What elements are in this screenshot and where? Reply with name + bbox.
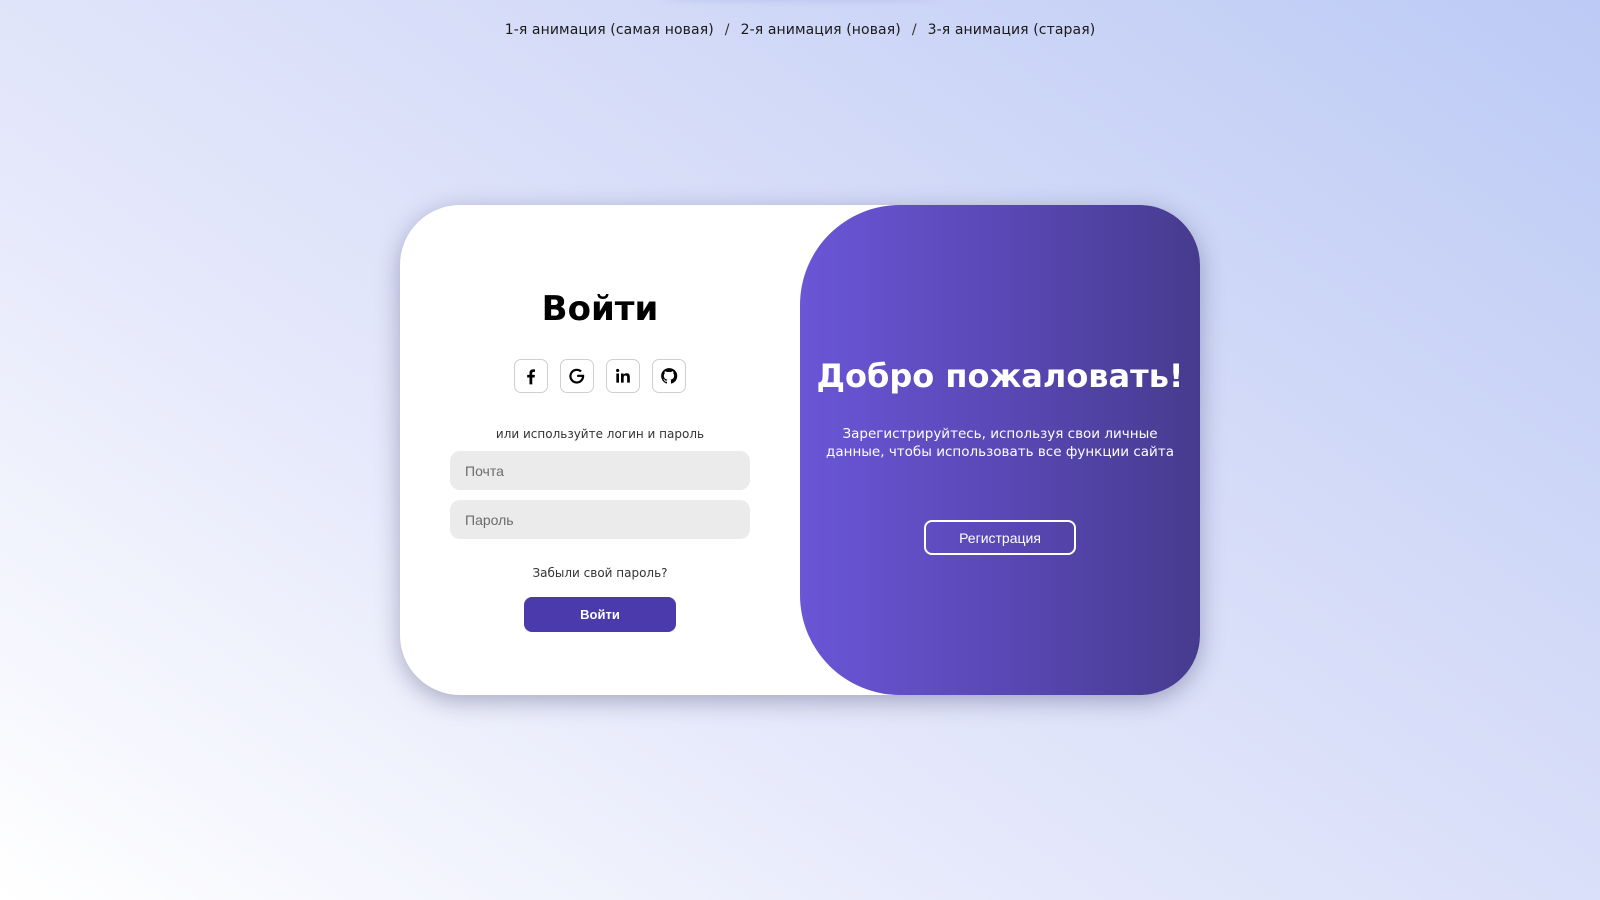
- password-field[interactable]: [450, 500, 750, 539]
- email-field[interactable]: [450, 451, 750, 490]
- signin-form: Войти или используйте логин и пароль Поч…: [400, 205, 800, 695]
- nav-link-animation-2[interactable]: 2-я анимация (новая): [741, 22, 901, 38]
- auth-card: Войти или используйте логин и пароль Поч…: [400, 205, 1200, 695]
- google-icon: [569, 368, 585, 384]
- nav-link-animation-3[interactable]: 3-я анимация (старая): [928, 22, 1096, 38]
- github-button[interactable]: [652, 359, 686, 393]
- nav-separator: /: [724, 22, 730, 38]
- github-icon: [661, 368, 678, 384]
- nav-link-animation-1[interactable]: 1-я анимация (самая новая): [505, 22, 714, 38]
- signin-title: Войти: [541, 289, 659, 329]
- login-button[interactable]: Войти: [524, 597, 676, 632]
- top-glow-decoration: [660, 0, 940, 2]
- social-login-list: [514, 359, 686, 393]
- linkedin-icon: [616, 368, 630, 383]
- forgot-password-link[interactable]: Забыли свой пароль?: [532, 566, 667, 580]
- animation-nav: 1-я анимация (самая новая) / 2-я анимаци…: [0, 22, 1600, 38]
- nav-separator: /: [911, 22, 917, 38]
- alt-login-hint: или используйте логин и пароль: [495, 427, 705, 441]
- facebook-button[interactable]: [514, 359, 548, 393]
- welcome-title: Добро пожаловать!: [816, 357, 1184, 395]
- register-button[interactable]: Регистрация: [924, 520, 1076, 555]
- welcome-text: Зарегистрируйтесь, используя свои личные…: [826, 426, 1174, 460]
- google-button[interactable]: [560, 359, 594, 393]
- welcome-panel: Добро пожаловать! Зарегистрируйтесь, исп…: [800, 205, 1200, 695]
- facebook-icon: [527, 369, 535, 385]
- linkedin-button[interactable]: [606, 359, 640, 393]
